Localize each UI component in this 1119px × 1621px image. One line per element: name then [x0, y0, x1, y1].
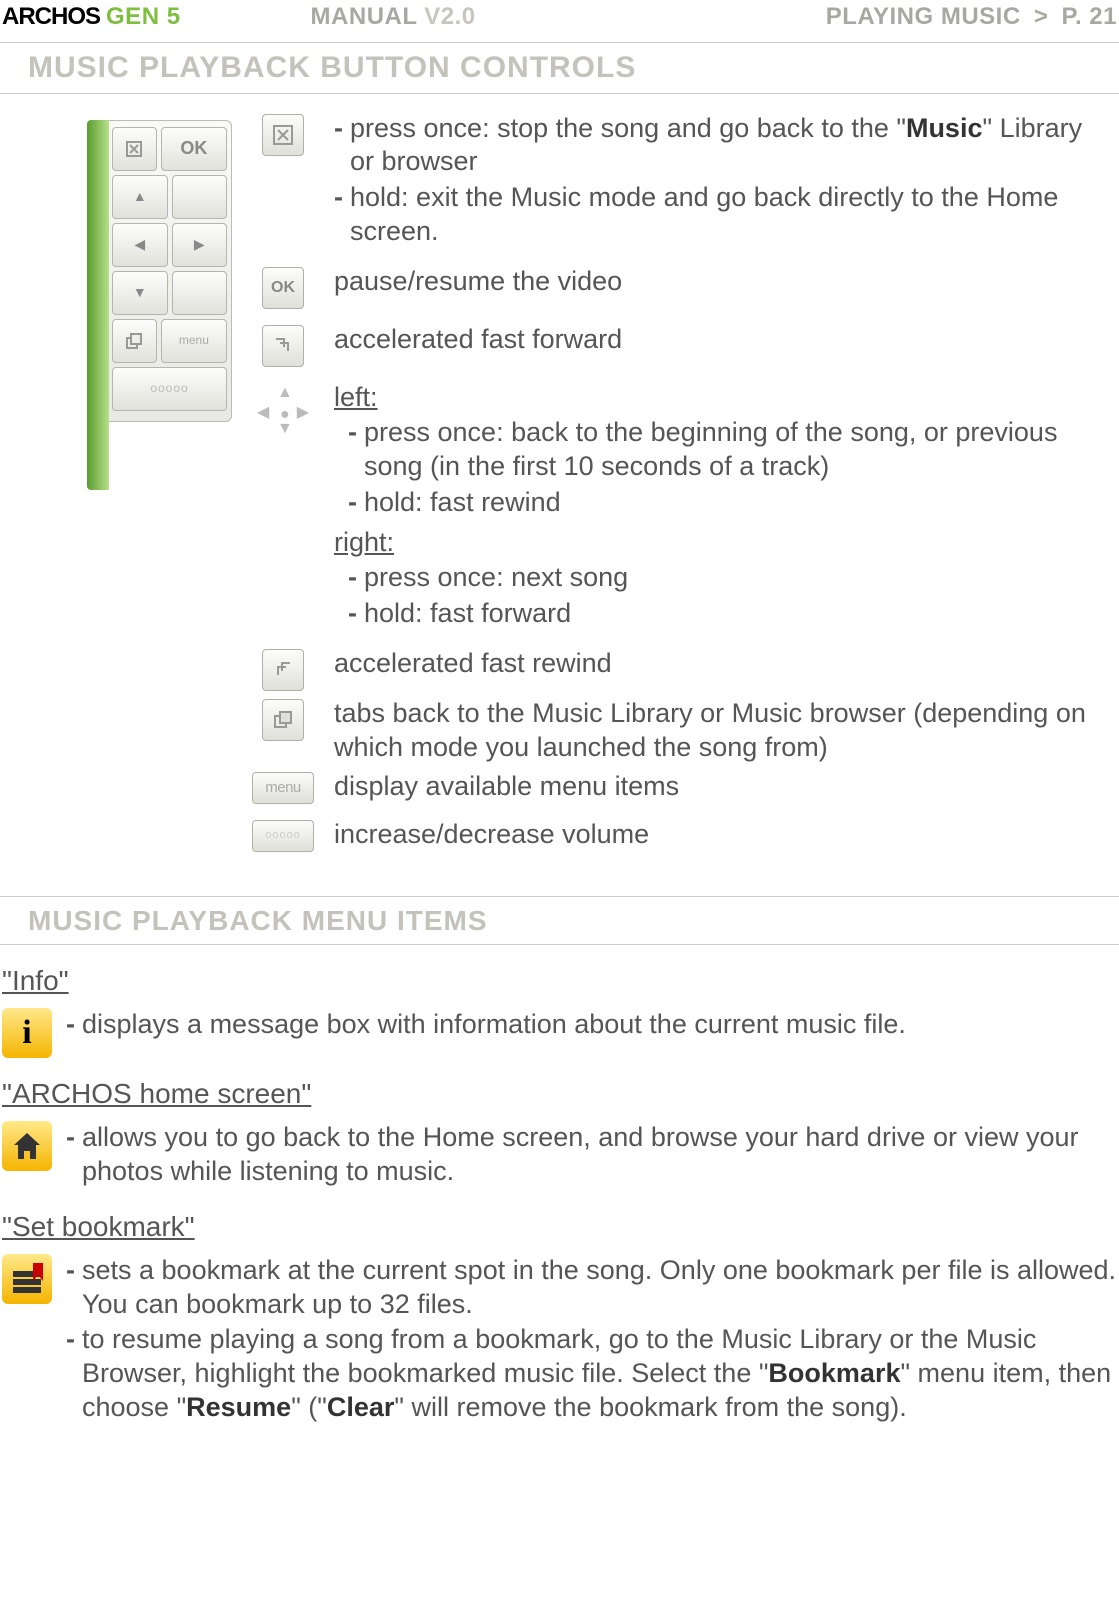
nav-arrows-icon: ▲▼◀▶●: [252, 381, 314, 439]
right-hold: hold: fast forward: [364, 597, 1113, 631]
info-heading: "Info": [2, 963, 1117, 998]
controls-area: OK ▲ ◀ ▶ ▼ menu: [0, 112, 1119, 867]
close-hold: hold: exit the Music mode and go back di…: [350, 181, 1113, 249]
left-hold: hold: fast rewind: [364, 486, 1113, 520]
device-blank-button: [172, 175, 228, 219]
device-down-button: ▼: [112, 271, 168, 315]
bookmark-icon: [2, 1254, 52, 1304]
ffwd-desc: accelerated fast forward: [334, 323, 1113, 357]
chevron-right-icon: >: [1028, 3, 1055, 30]
volume-icon: ooooo: [252, 818, 314, 852]
device-left-button: ◀: [112, 223, 168, 267]
device-menu-button: menu: [161, 319, 227, 363]
device-volume-button: ooooo: [112, 367, 227, 411]
close-press-once: press once: stop the song and go back to…: [350, 112, 1113, 180]
left-heading: left:: [334, 381, 1113, 415]
bookmark-heading: "Set bookmark": [2, 1209, 1117, 1244]
breadcrumb: PLAYING MUSIC > P. 21: [826, 2, 1117, 32]
menu-icon: menu: [252, 770, 314, 804]
page-number: P. 21: [1062, 3, 1117, 30]
device-tab-button: [112, 319, 157, 363]
version-text: V2.0: [424, 3, 475, 30]
right-press-once: press once: next song: [364, 561, 1113, 595]
brand-logo: ARCHOS: [2, 2, 100, 32]
device-ok-button: OK: [161, 127, 227, 171]
menu-items-section: "Info" i -displays a message box with in…: [0, 963, 1119, 1426]
fast-rewind-icon: [252, 647, 314, 691]
info-icon: i: [2, 1008, 52, 1058]
breadcrumb-section: PLAYING MUSIC: [826, 3, 1021, 30]
frwd-desc: accelerated fast rewind: [334, 647, 1113, 681]
tabs-desc: tabs back to the Music Library or Music …: [334, 697, 1113, 765]
left-press-once: press once: back to the beginning of the…: [364, 416, 1113, 484]
bookmark-desc-2: to resume playing a song from a bookmark…: [82, 1323, 1117, 1424]
right-heading: right:: [334, 526, 1113, 560]
menu-desc: display available menu items: [334, 770, 1113, 804]
fast-forward-icon: [252, 323, 314, 367]
device-close-button: [112, 127, 157, 171]
section-title-menu-items: MUSIC PLAYBACK MENU ITEMS: [0, 896, 1119, 945]
home-icon: [2, 1121, 52, 1171]
page-header: ARCHOS GEN 5 MANUAL V2.0 PLAYING MUSIC >…: [0, 0, 1119, 32]
home-heading: "ARCHOS home screen": [2, 1076, 1117, 1111]
volume-desc: increase/decrease volume: [334, 818, 1113, 852]
manual-label: MANUAL V2.0: [311, 2, 476, 32]
bookmark-desc-1: sets a bookmark at the current spot in t…: [82, 1254, 1117, 1322]
product-line: GEN 5: [106, 2, 181, 32]
info-desc: displays a message box with information …: [82, 1008, 1117, 1042]
device-right-button: ▶: [172, 223, 228, 267]
home-desc: allows you to go back to the Home screen…: [82, 1121, 1117, 1189]
device-up-button: ▲: [112, 175, 168, 219]
close-icon: [252, 112, 314, 156]
controls-list: -press once: stop the song and go back t…: [252, 112, 1117, 867]
ok-icon: OK: [252, 265, 314, 309]
ok-desc: pause/resume the video: [334, 265, 1113, 299]
tabs-icon: [252, 697, 314, 741]
device-blank2-button: [172, 271, 228, 315]
manual-text: MANUAL: [311, 3, 418, 30]
section-title-controls: MUSIC PLAYBACK BUTTON CONTROLS: [0, 42, 1119, 94]
device-image: OK ▲ ◀ ▶ ▼ menu: [2, 112, 232, 867]
